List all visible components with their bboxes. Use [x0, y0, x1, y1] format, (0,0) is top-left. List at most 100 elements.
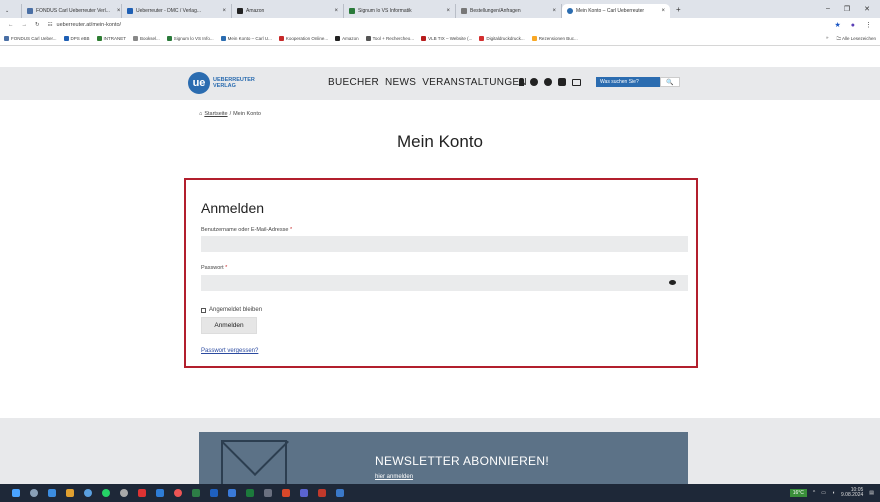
excel-icon[interactable] — [192, 489, 200, 497]
clock-date: 9.08.2024 — [841, 492, 864, 498]
reload-icon[interactable]: ↻ — [35, 22, 40, 28]
show-password-icon[interactable] — [669, 280, 676, 285]
bookmark-item[interactable]: Signum lo VS Info... — [166, 36, 214, 41]
nav-item-news[interactable]: NEWS — [385, 77, 416, 88]
tiktok-icon[interactable] — [530, 78, 538, 86]
bookmark-label: Booksel... — [140, 36, 160, 41]
teams-icon[interactable] — [300, 489, 308, 497]
breadcrumb-home-link[interactable]: Startseite — [204, 111, 227, 117]
facebook-icon[interactable] — [544, 78, 552, 86]
site-info-icon[interactable]: ☷ — [48, 22, 53, 28]
menu-icon[interactable]: ⋮ — [865, 21, 872, 29]
url-field[interactable]: ☷ ueberreuter.at/mein-konto/ — [48, 22, 121, 28]
bookmark-item[interactable]: Tool + Rechercheo... — [365, 36, 415, 41]
more-bookmarks-button[interactable]: » — [826, 35, 829, 43]
newsletter-signup-link[interactable]: hier anmelden — [375, 474, 413, 480]
bookmark-item[interactable]: DPS eBB — [63, 36, 90, 41]
nav-item-veranstaltungen[interactable]: VERANSTALTUNGEN — [422, 77, 527, 88]
chrome-alt-icon[interactable] — [120, 489, 128, 497]
sheets-icon[interactable] — [246, 489, 254, 497]
acrobat-icon[interactable] — [318, 489, 326, 497]
password-field[interactable] — [201, 275, 688, 291]
username-field[interactable] — [201, 236, 688, 252]
bookmark-item[interactable]: Mein Konto – Carl U... — [220, 36, 272, 41]
app-icon[interactable] — [264, 489, 272, 497]
clock[interactable]: 10:05 9.08.2024 — [841, 488, 863, 498]
tab-fondus[interactable]: FONDUS Carl Ueberreuter Verl... × — [22, 4, 122, 18]
login-button[interactable]: Anmelden — [201, 317, 257, 334]
bookmark-label: Signum lo VS Info... — [173, 36, 214, 41]
forgot-password-link[interactable]: Passwort vergessen? — [201, 348, 258, 354]
whatsapp-icon[interactable] — [102, 489, 110, 497]
bookmark-star-icon[interactable]: ★ — [834, 21, 840, 29]
wifi-icon[interactable] — [48, 489, 56, 497]
bookmark-item[interactable]: Booksel... — [133, 36, 160, 41]
bookmark-favicon — [365, 36, 371, 41]
bookmark-label: Digitaldruckdruck... — [486, 36, 525, 41]
bookmark-label: Tool + Rechercheo... — [372, 36, 415, 41]
network-icon[interactable]: ▭ — [821, 490, 826, 496]
close-icon[interactable]: × — [657, 8, 665, 14]
edge-icon[interactable] — [84, 489, 92, 497]
search-icon[interactable] — [30, 489, 38, 497]
bookmark-item[interactable]: INTRANET — [96, 36, 126, 41]
volume-icon[interactable]: ◖ — [832, 490, 835, 496]
tab-bestellungen[interactable]: Bestellungen/Anfragen × — [456, 4, 562, 18]
explorer-icon[interactable] — [66, 489, 74, 497]
account-icon[interactable] — [519, 78, 524, 86]
all-bookmarks-button[interactable]: 🗀 Alle Lesezeichen — [836, 35, 876, 43]
search-input[interactable] — [596, 77, 660, 87]
close-icon[interactable]: × — [113, 8, 121, 14]
bookmark-item[interactable]: Digitaldruckdruck... — [479, 36, 525, 41]
bookmark-item[interactable]: FONDUS Carl Ueber... — [4, 36, 57, 41]
new-tab-button[interactable]: + — [670, 5, 681, 14]
tab-amazon[interactable]: Amazon × — [232, 4, 344, 18]
username-label: Benutzername oder E-Mail-Adresse * — [201, 227, 292, 233]
remember-me-checkbox[interactable] — [201, 307, 206, 313]
photos-icon[interactable] — [336, 489, 344, 497]
minimize-icon[interactable]: – — [826, 5, 830, 13]
word-icon[interactable] — [228, 489, 236, 497]
breadcrumb-current: Mein Konto — [233, 111, 261, 117]
tray-arrow-icon[interactable]: ^ — [813, 490, 815, 496]
close-window-icon[interactable]: ✕ — [864, 5, 870, 13]
firefox-icon[interactable] — [282, 489, 290, 497]
bookmark-favicon — [278, 36, 284, 41]
site-logo[interactable]: ue UEBERREUTER VERLAG — [188, 72, 255, 94]
search-button[interactable]: 🔍 — [660, 77, 680, 87]
login-heading: Anmelden — [201, 200, 265, 216]
calendar-icon[interactable] — [156, 489, 164, 497]
bookmark-item[interactable]: Kooperation Online... — [278, 36, 328, 41]
cart-icon[interactable] — [572, 78, 581, 86]
back-icon[interactable]: ← — [8, 22, 14, 28]
login-form: Anmelden Benutzername oder E-Mail-Adress… — [184, 178, 698, 368]
required-marker: * — [225, 265, 228, 271]
outlook-icon[interactable] — [210, 489, 218, 497]
bookmark-item[interactable]: Amazon — [335, 36, 359, 41]
bookmark-item[interactable]: VLB TIX – Website (... — [421, 36, 472, 41]
close-icon[interactable]: × — [218, 8, 226, 14]
nav-item-buecher[interactable]: BUECHER — [328, 77, 379, 88]
windows-start-icon[interactable] — [12, 489, 20, 497]
profile-icon[interactable]: ● — [851, 22, 855, 29]
maximize-icon[interactable]: ❐ — [844, 5, 850, 13]
notifications-icon[interactable]: ▤ — [869, 490, 874, 496]
tab-mein-konto[interactable]: Mein Konto – Carl Ueberreuter × — [562, 4, 670, 18]
remember-me[interactable]: Angemeldet bleiben — [201, 307, 262, 313]
close-icon[interactable]: × — [330, 8, 338, 14]
instagram-icon[interactable] — [558, 78, 566, 86]
tab-label: Signum lo VS Informatik — [358, 8, 412, 14]
bookmark-label: Rezensionen Buc... — [538, 36, 578, 41]
weather-widget[interactable]: 16°C — [789, 489, 807, 497]
forward-icon[interactable]: → — [22, 22, 28, 28]
bookmark-item[interactable]: Rezensionen Buc... — [531, 36, 578, 41]
close-icon[interactable]: × — [442, 8, 450, 14]
close-icon[interactable]: × — [548, 8, 556, 14]
chrome-icon[interactable] — [174, 489, 182, 497]
bookmark-label: Amazon — [342, 36, 359, 41]
pdf-icon[interactable] — [138, 489, 146, 497]
tab-signum[interactable]: Signum lo VS Informatik × — [344, 4, 456, 18]
envelope-icon — [221, 440, 287, 484]
tab-ueberreuter-dmc[interactable]: Ueberreuter - DMC / Verlag... × — [122, 4, 232, 18]
tab-list-button[interactable]: ⌄ — [0, 4, 22, 18]
